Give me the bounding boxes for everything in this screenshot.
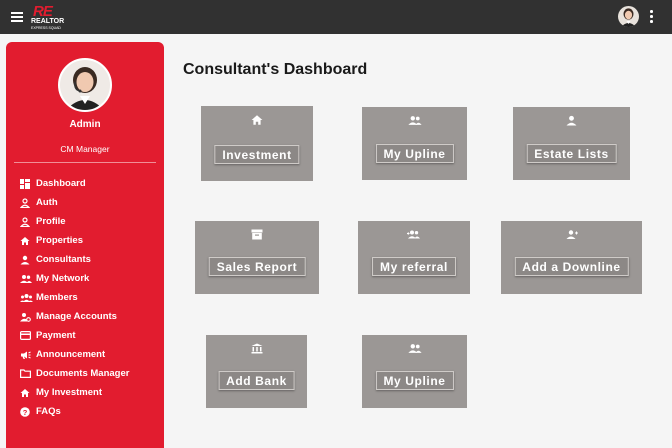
home-icon: [20, 388, 36, 398]
sales-report-button[interactable]: Sales Report: [208, 257, 306, 276]
sidebar-item-my-investment[interactable]: My Investment: [20, 383, 160, 402]
more-vert-icon[interactable]: [648, 10, 654, 24]
page-title: Consultant's Dashboard: [183, 61, 368, 78]
card-add-a-downline[interactable]: Add a Downline: [501, 221, 642, 294]
sidebar-item-announcement[interactable]: Announcement: [20, 345, 160, 364]
svg-text:?: ?: [23, 408, 28, 417]
sidebar-item-label: Members: [36, 292, 78, 303]
add-bank-button[interactable]: Add Bank: [218, 371, 295, 390]
sidebar-item-label: FAQs: [36, 406, 61, 417]
home-icon: [201, 114, 313, 126]
groups-icon: [20, 293, 36, 303]
group-icon: [20, 274, 36, 284]
bank-icon: [206, 343, 307, 354]
sidebar-item-payment[interactable]: Payment: [20, 326, 160, 345]
sidebar-item-label: Consultants: [36, 254, 91, 265]
menu-icon[interactable]: [11, 10, 25, 24]
person-icon: [20, 255, 36, 265]
sidebar-item-label: Announcement: [36, 349, 106, 360]
sidebar-nav: Dashboard Auth Profile Properties Consul…: [20, 174, 160, 421]
sidebar-item-label: Manage Accounts: [36, 311, 117, 322]
dashboard-icon: [20, 178, 36, 189]
sidebar-item-documents-manager[interactable]: Documents Manager: [20, 364, 160, 383]
card-sales-report[interactable]: Sales Report: [195, 221, 319, 294]
sidebar-item-label: Properties: [36, 235, 83, 246]
sidebar-item-label: My Network: [36, 273, 90, 284]
card-investment[interactable]: Investment: [201, 106, 313, 181]
sidebar-item-consultants[interactable]: Consultants: [20, 250, 160, 269]
group-add-icon: [358, 229, 470, 240]
investment-button[interactable]: Investment: [214, 145, 300, 164]
sidebar-item-label: My Investment: [36, 387, 102, 398]
credit-card-icon: [20, 331, 36, 340]
sidebar-item-manage-accounts[interactable]: Manage Accounts: [20, 307, 160, 326]
sidebar-item-label: Payment: [36, 330, 76, 341]
campaign-icon: [20, 350, 36, 360]
help-icon: ?: [20, 406, 36, 417]
person-icon: [513, 115, 630, 126]
app-logo[interactable]: RE REALTOR EXPRESS SQUAD: [30, 3, 72, 31]
inventory-icon: [195, 229, 319, 240]
sidebar-item-dashboard[interactable]: Dashboard: [20, 174, 160, 193]
sidebar-item-my-network[interactable]: My Network: [20, 269, 160, 288]
card-my-upline[interactable]: My Upline: [362, 107, 467, 180]
add-a-downline-button[interactable]: Add a Downline: [514, 257, 629, 276]
person-outline-icon: [20, 216, 36, 227]
manage-accounts-icon: [20, 312, 36, 322]
group-icon: [362, 343, 467, 354]
logo-tagline: EXPRESS SQUAD: [31, 26, 61, 30]
person-add-icon: [501, 229, 642, 240]
sidebar-item-label: Profile: [36, 216, 66, 227]
sidebar-item-label: Dashboard: [36, 178, 86, 189]
sidebar-item-faqs[interactable]: ? FAQs: [20, 402, 160, 421]
my-upline-button[interactable]: My Upline: [375, 371, 454, 390]
estate-lists-button[interactable]: Estate Lists: [526, 144, 617, 163]
card-estate-lists[interactable]: Estate Lists: [513, 107, 630, 180]
group-icon: [362, 115, 467, 126]
user-role: CM Manager: [60, 144, 110, 154]
sidebar-item-properties[interactable]: Properties: [20, 231, 160, 250]
my-upline-button[interactable]: My Upline: [375, 144, 454, 163]
sidebar-item-label: Auth: [36, 197, 58, 208]
profile-avatar[interactable]: [58, 58, 112, 112]
person-outline-icon: [20, 197, 36, 208]
card-add-bank[interactable]: Add Bank: [206, 335, 307, 408]
user-name: Admin: [69, 119, 101, 130]
sidebar-item-profile[interactable]: Profile: [20, 212, 160, 231]
logo-name: REALTOR: [31, 18, 65, 25]
sidebar-divider: [14, 162, 156, 163]
my-referral-button[interactable]: My referral: [372, 257, 456, 276]
user-avatar[interactable]: [618, 6, 639, 27]
card-my-referral[interactable]: My referral: [358, 221, 470, 294]
top-app-bar: RE REALTOR EXPRESS SQUAD: [0, 0, 672, 34]
home-icon: [20, 236, 36, 246]
sidebar: Admin CM Manager Dashboard Auth Profile: [6, 42, 164, 448]
sidebar-item-label: Documents Manager: [36, 368, 130, 379]
card-my-upline-2[interactable]: My Upline: [362, 335, 467, 408]
folder-icon: [20, 369, 36, 378]
sidebar-item-members[interactable]: Members: [20, 288, 160, 307]
sidebar-item-auth[interactable]: Auth: [20, 193, 160, 212]
